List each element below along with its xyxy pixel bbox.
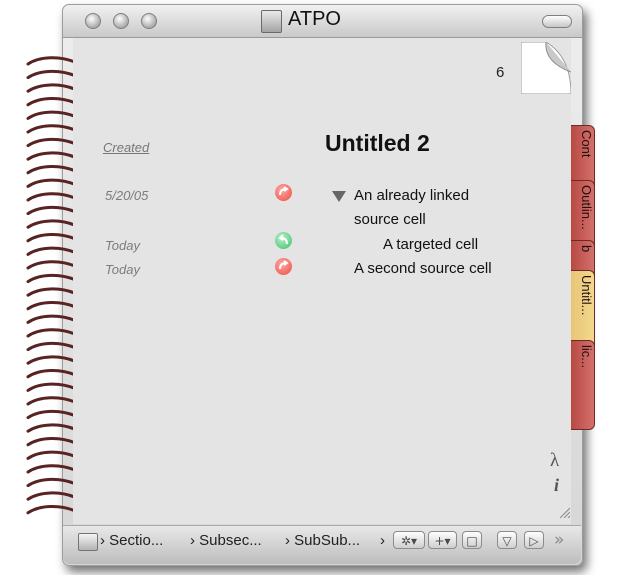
spiral-ring [26,219,77,229]
down-arrow-button[interactable]: ▽ [497,531,517,549]
breadcrumb-subsection[interactable]: › Subsec... [190,532,262,549]
document-icon[interactable] [78,533,98,551]
spiral-ring [26,124,77,134]
spiral-ring [26,328,77,338]
outline-cell-text[interactable]: A second source cell [354,260,492,277]
link-target-icon[interactable] [275,232,292,249]
spiral-ring [26,97,77,107]
window-title: ATPO [288,8,341,30]
spiral-ring [26,396,77,406]
breadcrumb-next[interactable]: › [380,532,385,549]
link-source-icon[interactable] [275,184,292,201]
spiral-ring [26,355,77,365]
spiral-ring [26,287,77,297]
spiral-ring [26,56,77,66]
spiral-ring [26,491,77,501]
spiral-ring [26,505,77,515]
spiral-ring [26,137,77,148]
spiral-ring [26,110,77,120]
spiral-ring [26,409,77,420]
minimize-window-button[interactable] [113,13,129,29]
page-number: 6 [496,64,505,81]
document-title[interactable]: Untitled 2 [325,130,430,157]
spiral-ring [26,341,77,352]
zoom-window-button[interactable] [141,13,157,29]
entry-date: Today [105,262,140,277]
tab-public[interactable]: lic... [571,340,595,430]
created-column-header[interactable]: Created [103,140,149,155]
spiral-ring [26,369,77,379]
spiral-ring [26,233,77,243]
close-window-button[interactable] [85,13,101,29]
notebook-page [73,38,571,524]
spiral-ring [26,165,77,175]
spiral-ring [26,83,77,93]
spiral-ring [26,450,77,460]
spiral-ring [26,314,77,324]
outline-cell-text[interactable]: A targeted cell [383,236,478,253]
spiral-ring [26,192,77,202]
spiral-ring [26,260,77,270]
entry-date: Today [105,238,140,253]
play-button[interactable]: ▷ [524,531,544,549]
spiral-ring [26,69,77,80]
info-icon[interactable]: i [554,475,559,496]
gear-menu-button[interactable]: ✲▾ [393,531,425,549]
breadcrumb-subsubsection[interactable]: › SubSub... [285,532,360,549]
document-icon [261,10,282,33]
spiral-ring [26,382,77,392]
outline-cell-text[interactable]: An already linked [354,187,469,204]
spiral-ring [26,477,77,488]
link-source-icon[interactable] [275,258,292,275]
resize-grip-icon[interactable] [556,504,570,518]
spiral-ring [26,423,77,433]
breadcrumb-section[interactable]: › Sectio... [100,532,163,549]
add-menu-button[interactable]: +▾ [428,531,457,549]
title-bar[interactable]: ATPO [63,5,582,38]
box-button[interactable]: □ [462,531,482,549]
spiral-ring [26,246,77,256]
spiral-ring [26,273,77,284]
toolbar-toggle-button[interactable] [542,15,572,28]
spiral-ring [26,464,77,474]
outline-cell-text[interactable]: source cell [354,211,426,228]
spiral-ring [26,437,77,447]
spiral-ring [26,205,77,216]
lambda-icon[interactable]: λ [550,450,559,472]
spiral-ring [26,151,77,161]
entry-date: 5/20/05 [105,188,149,203]
page-curl-icon[interactable] [521,42,571,94]
spiral-ring [26,301,77,311]
spiral-ring [26,178,77,188]
more-icon[interactable]: » [554,530,564,550]
disclosure-triangle-icon[interactable] [332,191,346,202]
